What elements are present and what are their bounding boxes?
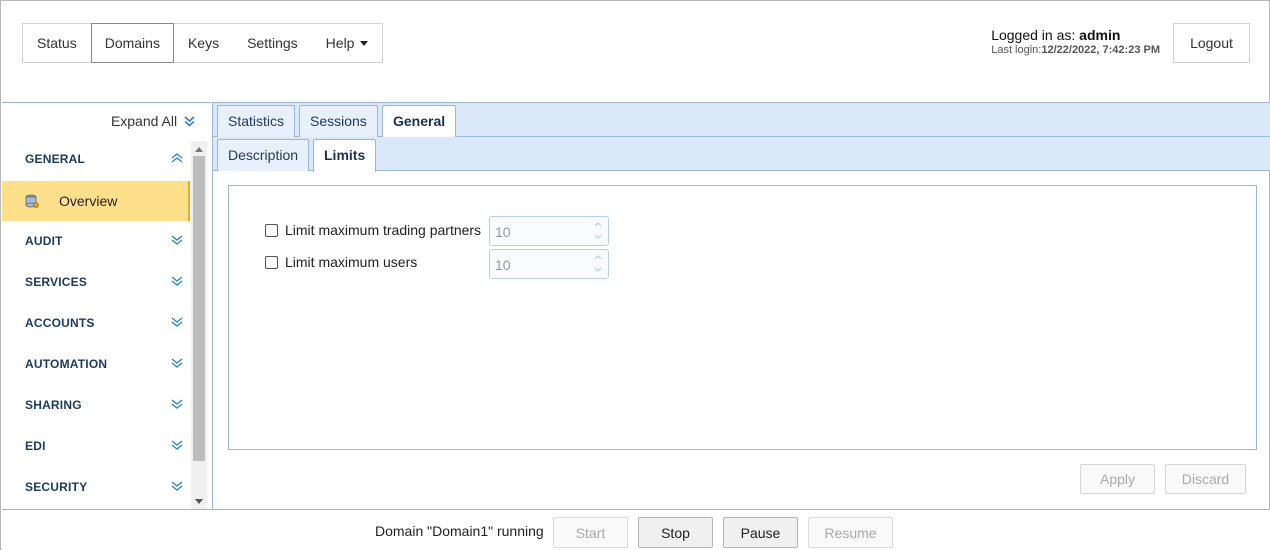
limit-users-label: Limit maximum users — [285, 254, 418, 270]
start-button[interactable]: Start — [553, 517, 628, 548]
double-chevron-down-icon — [171, 399, 183, 409]
double-chevron-down-icon — [171, 317, 183, 327]
scroll-down-arrow-icon[interactable] — [195, 499, 203, 504]
stepper-down-icon[interactable] — [594, 267, 602, 273]
limit-users-checkbox[interactable] — [265, 255, 278, 269]
sidebar-section-label: AUTOMATION — [25, 357, 108, 371]
nav-help[interactable]: Help — [312, 24, 383, 62]
double-chevron-down-icon — [184, 116, 195, 127]
nav-domains[interactable]: Domains — [90, 23, 174, 63]
logged-in-prefix: Logged in as: — [991, 27, 1076, 43]
username: admin — [1079, 27, 1121, 43]
stepper-up-icon[interactable] — [594, 221, 602, 227]
limits-panel: Limit maximum trading partners 10 Limit … — [228, 185, 1257, 450]
sidebar: Expand All GENERAL Overview AUDIT SERVIC… — [2, 102, 211, 509]
main-panel: Statistics Sessions General Description … — [212, 102, 1270, 509]
top-nav: Status Domains Keys Settings Help — [22, 23, 384, 63]
sidebar-section-label: SECURITY — [25, 480, 88, 494]
sidebar-section-automation[interactable]: AUTOMATION — [2, 345, 190, 385]
sidebar-section-edi[interactable]: EDI — [2, 427, 190, 467]
last-login-line: Last login:12/22/2022, 7:42:23 PM — [991, 44, 1160, 56]
logout-button[interactable]: Logout — [1173, 23, 1250, 63]
stepper-down-icon[interactable] — [594, 234, 602, 240]
tab-sessions[interactable]: Sessions — [299, 105, 378, 137]
apply-button[interactable]: Apply — [1080, 464, 1155, 494]
sidebar-section-sharing[interactable]: SHARING — [2, 386, 190, 426]
sidebar-section-label: ACCOUNTS — [25, 316, 95, 330]
sidebar-section-audit[interactable]: AUDIT — [2, 222, 190, 262]
expand-all-button[interactable]: Expand All — [111, 113, 195, 129]
sidebar-section-services[interactable]: SERVICES — [2, 263, 190, 303]
tab-statistics[interactable]: Statistics — [217, 105, 296, 137]
last-login-value: 12/22/2022, 7:42:23 PM — [1041, 44, 1160, 56]
sidebar-section-label: GENERAL — [25, 152, 86, 166]
tab-limits[interactable]: Limits — [313, 139, 377, 172]
domain-status-text: Domain "Domain1" running — [375, 523, 544, 539]
nav-keys[interactable]: Keys — [174, 24, 233, 62]
users-stepper[interactable]: 10 — [489, 249, 609, 279]
tab-general[interactable]: General — [382, 105, 457, 138]
limit-trading-partners-label: Limit maximum trading partners — [285, 222, 482, 238]
trading-partners-value: 10 — [495, 224, 511, 240]
sidebar-section-label: SERVICES — [25, 275, 88, 289]
status-bar: Domain "Domain1" running Start Stop Paus… — [2, 509, 1270, 550]
sidebar-section-security[interactable]: SECURITY — [2, 468, 190, 508]
double-chevron-up-icon — [171, 153, 183, 163]
limit-trading-partners-row: Limit maximum trading partners — [265, 220, 481, 240]
main-tab-bar: Statistics Sessions General — [213, 103, 1270, 138]
limit-trading-partners-checkbox[interactable] — [265, 223, 278, 237]
sidebar-scrollbar[interactable] — [191, 141, 207, 509]
caret-down-icon — [360, 41, 369, 46]
nav-settings[interactable]: Settings — [233, 24, 312, 62]
tab-description[interactable]: Description — [217, 139, 310, 171]
stepper-up-icon[interactable] — [594, 254, 602, 260]
login-info: Logged in as: admin Last login:12/22/202… — [991, 27, 1160, 56]
sidebar-section-label: SHARING — [25, 398, 82, 412]
nav-help-label: Help — [325, 35, 355, 51]
sidebar-section-accounts[interactable]: ACCOUNTS — [2, 304, 190, 344]
sub-tab-bar: Description Limits — [213, 137, 1270, 172]
logged-in-line: Logged in as: admin — [991, 27, 1160, 43]
resume-button[interactable]: Resume — [808, 517, 893, 548]
limit-users-row: Limit maximum users — [265, 252, 417, 272]
double-chevron-down-icon — [171, 276, 183, 286]
double-chevron-down-icon — [171, 235, 183, 245]
users-value: 10 — [495, 257, 511, 273]
discard-button[interactable]: Discard — [1165, 464, 1246, 494]
sidebar-section-label: AUDIT — [25, 234, 63, 248]
last-login-prefix: Last login: — [991, 44, 1042, 56]
sidebar-section-label: EDI — [25, 439, 46, 453]
expand-all-label: Expand All — [110, 113, 178, 129]
double-chevron-down-icon — [171, 358, 183, 368]
double-chevron-down-icon — [171, 440, 183, 450]
sidebar-section-general[interactable]: GENERAL — [2, 140, 190, 180]
pause-button[interactable]: Pause — [723, 517, 798, 548]
sidebar-item-label: Overview — [59, 193, 118, 209]
database-icon — [25, 194, 39, 208]
scrollbar-thumb[interactable] — [193, 156, 205, 461]
scroll-up-arrow-icon[interactable] — [195, 147, 203, 152]
sidebar-item-overview[interactable]: Overview — [2, 181, 190, 221]
app-window: Status Domains Keys Settings Help Logged… — [0, 0, 1270, 550]
trading-partners-stepper[interactable]: 10 — [489, 216, 609, 246]
nav-status[interactable]: Status — [23, 24, 91, 62]
double-chevron-down-icon — [171, 481, 183, 491]
stop-button[interactable]: Stop — [638, 517, 713, 548]
